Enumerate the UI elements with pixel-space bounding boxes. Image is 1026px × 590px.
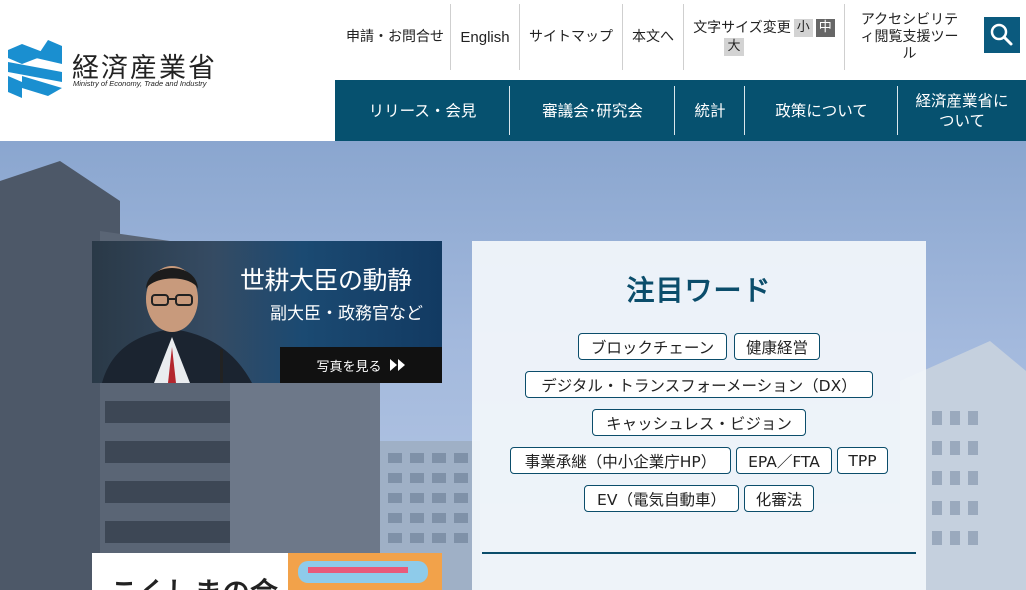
font-size-large-button[interactable]: 大	[724, 38, 744, 56]
logo-english-text: Ministry of Economy, Trade and Industry	[73, 79, 207, 88]
featured-keywords-panel: 注目ワード ブロックチェーン 健康経営 デジタル・トランスフォーメーション（DX…	[472, 241, 926, 590]
minister-activities-banner[interactable]: 世耕大臣の動静 副大臣・政務官など 写真を見る	[92, 241, 442, 383]
accessibility-tool-label: アクセシビリティ閲覧支援ツール	[860, 11, 959, 62]
font-size-label: 文字サイズ変更	[693, 20, 791, 36]
search-button[interactable]	[984, 17, 1020, 53]
keyword-chemical-substances-act[interactable]: 化審法	[744, 485, 814, 512]
keyword-health-management[interactable]: 健康経営	[734, 333, 820, 360]
accessibility-tool-link[interactable]: アクセシビリティ閲覧支援ツール	[845, 4, 974, 70]
secondary-banner-text: こくしまの会	[110, 571, 278, 590]
keyword-digital-transformation[interactable]: デジタル・トランスフォーメーション（DX）	[525, 371, 873, 398]
keyword-cashless-vision[interactable]: キャッシュレス・ビジョン	[592, 409, 806, 436]
keywords-divider	[482, 552, 916, 554]
secondary-banner[interactable]: こくしまの会	[92, 553, 442, 590]
keyword-tpp[interactable]: TPP	[837, 447, 888, 474]
banner-title: 世耕大臣の動静	[240, 266, 412, 295]
nav-item-releases[interactable]: リリース・会見	[335, 80, 510, 141]
keyword-epa-fta[interactable]: EPA／FTA	[736, 447, 832, 474]
nav-item-policies[interactable]: 政策について	[745, 80, 898, 141]
nav-item-councils[interactable]: 審議会･研究会	[510, 80, 675, 141]
keywords-title: 注目ワード	[626, 274, 772, 307]
view-photos-button[interactable]: 写真を見る	[280, 347, 442, 383]
english-link[interactable]: English	[451, 4, 520, 70]
sitemap-link[interactable]: サイトマップ	[520, 4, 623, 70]
nav-item-statistics[interactable]: 統計	[675, 80, 745, 141]
keyword-business-succession[interactable]: 事業承継（中小企業庁HP）	[510, 447, 731, 474]
font-size-small-button[interactable]: 小	[793, 19, 813, 37]
secondary-banner-illustration	[288, 553, 442, 590]
view-photos-label: 写真を見る	[316, 359, 382, 375]
skip-to-content-link[interactable]: 本文へ	[623, 4, 684, 70]
keyword-blockchain[interactable]: ブロックチェーン	[578, 333, 727, 360]
meti-logo-icon[interactable]	[8, 38, 62, 100]
font-size-medium-button[interactable]: 中	[815, 19, 835, 37]
keyword-ev[interactable]: EV（電気自動車）	[584, 485, 739, 512]
font-size-control: 文字サイズ変更 小 中 大	[684, 4, 845, 70]
nav-item-about-meti[interactable]: 経済産業省について	[898, 80, 1026, 141]
apply-contact-link[interactable]: 申請・お問合せ	[340, 4, 451, 70]
search-icon	[990, 23, 1013, 46]
nav-item-about-meti-label: 経済産業省について	[915, 91, 1009, 130]
double-arrow-right-icon	[389, 359, 405, 371]
banner-subtitle: 副大臣・政務官など	[270, 304, 423, 324]
